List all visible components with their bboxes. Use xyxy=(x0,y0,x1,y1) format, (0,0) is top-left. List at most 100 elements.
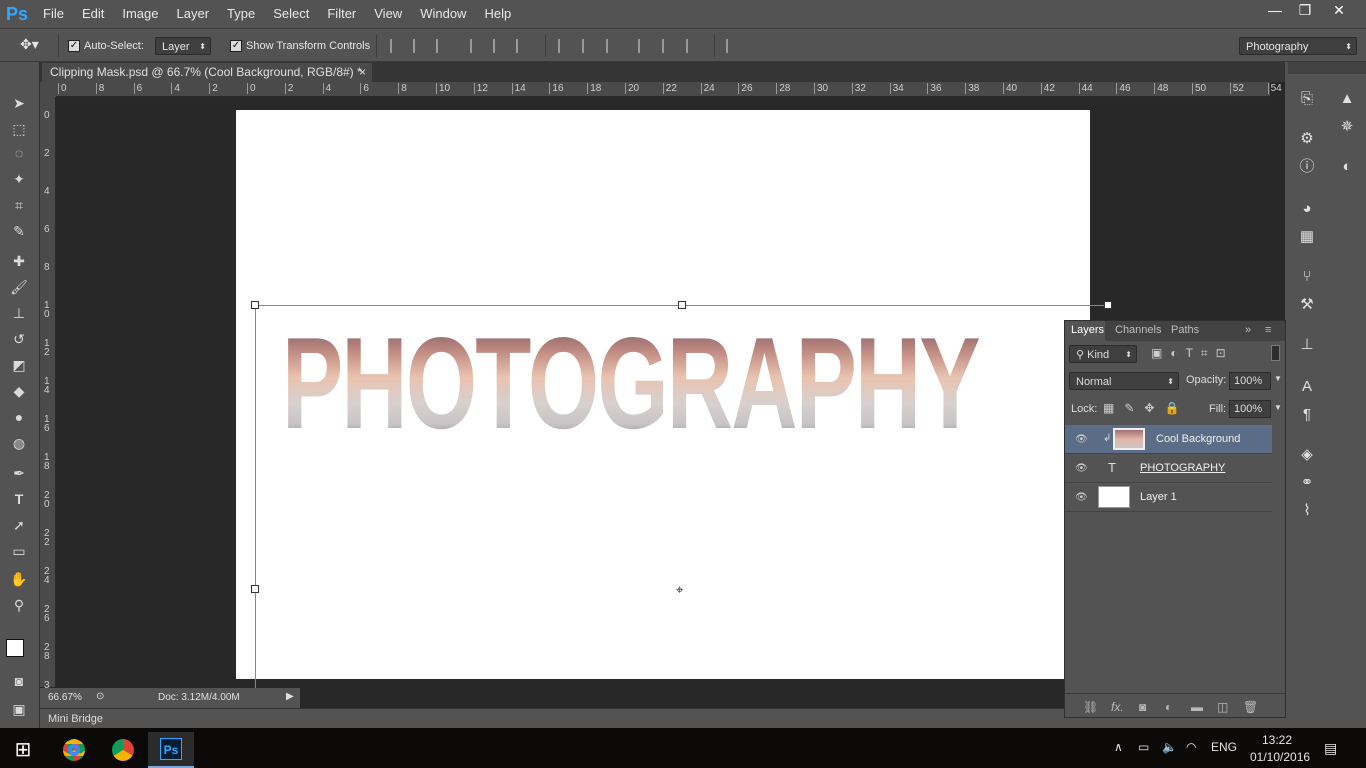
move-tool-icon[interactable]: ➤ xyxy=(8,92,30,114)
crop-tool-icon[interactable]: ⌗ xyxy=(8,194,30,216)
eraser-tool-icon[interactable]: ◩ xyxy=(8,354,30,376)
wifi-icon[interactable]: ◠ xyxy=(1186,740,1196,754)
chevron-down-icon[interactable]: ▼ xyxy=(1274,374,1282,383)
transform-handle[interactable] xyxy=(251,585,259,593)
adjustment-icon[interactable]: ◐ xyxy=(1165,700,1172,714)
status-info-icon[interactable]: ⊙ xyxy=(96,691,104,702)
hand-tool-icon[interactable]: ✋ xyxy=(8,568,30,590)
play-arrow-icon[interactable]: ▶ xyxy=(286,691,294,702)
distribute-bottom-icon[interactable] xyxy=(606,39,620,53)
paths-icon[interactable]: ⌇ xyxy=(1296,500,1318,522)
vertical-ruler[interactable]: 0 2 4 6 8 10 12 14 16 18 20 22 24 26 28 3 xyxy=(40,97,56,691)
brush-tool-icon[interactable]: 🖌 xyxy=(8,276,30,298)
blend-mode-dropdown[interactable]: Normal ⬍ xyxy=(1069,372,1179,390)
filter-toggle[interactable] xyxy=(1271,345,1280,361)
photoshop-taskbar-button[interactable]: Ps xyxy=(148,732,194,768)
menu-edit[interactable]: Edit xyxy=(73,0,113,28)
magic-wand-icon[interactable]: ✦ xyxy=(8,168,30,190)
distribute-left-icon[interactable] xyxy=(638,39,652,53)
chrome-icon[interactable] xyxy=(51,732,97,768)
auto-select-checkbox[interactable]: ✓ Auto-Select: xyxy=(68,37,144,55)
mask-icon[interactable]: ◙ xyxy=(1139,700,1146,714)
distribute-hcenter-icon[interactable] xyxy=(662,39,676,53)
tab-layers[interactable]: Layers xyxy=(1065,321,1105,341)
tool-presets-icon[interactable]: ⚒ xyxy=(1296,294,1318,316)
actions-icon[interactable]: ⚙ xyxy=(1296,128,1318,150)
chrome-icon[interactable] xyxy=(100,732,146,768)
menu-view[interactable]: View xyxy=(365,0,411,28)
lock-icons[interactable]: ▦✎✥🔒 xyxy=(1103,401,1189,415)
menu-window[interactable]: Window xyxy=(411,0,475,28)
layer-row-cool-background[interactable]: 👁 ↲ Cool Background xyxy=(1065,425,1272,454)
distribute-vcenter-icon[interactable] xyxy=(582,39,596,53)
blur-tool-icon[interactable]: ● xyxy=(8,406,30,428)
distribute-top-icon[interactable] xyxy=(558,39,572,53)
fill-field[interactable]: 100% xyxy=(1229,400,1271,418)
document-tab[interactable]: Clipping Mask.psd @ 66.7% (Cool Backgrou… xyxy=(42,63,372,82)
align-bottom-icon[interactable] xyxy=(436,39,450,53)
transform-handle[interactable] xyxy=(678,301,686,309)
restore-button[interactable]: ❐ xyxy=(1290,0,1320,20)
clock-date[interactable]: 01/10/2016 xyxy=(1250,750,1310,764)
windows-start-icon[interactable]: ⊞ xyxy=(0,732,46,768)
chevron-down-icon[interactable]: ▼ xyxy=(1274,403,1282,412)
lasso-tool-icon[interactable]: ◌ xyxy=(8,142,30,164)
ruler-corner[interactable] xyxy=(40,82,56,97)
clone-source-icon[interactable]: ⊥ xyxy=(1296,334,1318,356)
new-layer-icon[interactable]: ◫ xyxy=(1217,700,1228,714)
menu-select[interactable]: Select xyxy=(264,0,318,28)
swatches-icon[interactable]: ▦ xyxy=(1296,226,1318,248)
battery-icon[interactable]: ▭ xyxy=(1138,740,1149,754)
layer-name[interactable]: Cool Background xyxy=(1156,433,1240,445)
paragraph-icon[interactable]: ¶ xyxy=(1296,404,1318,426)
character-icon[interactable]: A xyxy=(1296,376,1318,398)
show-transform-checkbox[interactable]: ✓ Show Transform Controls xyxy=(230,37,370,55)
eyedropper-icon[interactable]: ✎ xyxy=(8,220,30,242)
quick-mask-icon[interactable]: ◙ xyxy=(8,670,30,692)
brush-presets-icon[interactable]: ⑂ xyxy=(1296,266,1318,288)
histogram-icon[interactable]: ▲ xyxy=(1336,88,1358,110)
transform-center-icon[interactable]: ⌖ xyxy=(676,582,683,598)
paint-bucket-icon[interactable]: ◆ xyxy=(8,380,30,402)
marquee-tool-icon[interactable]: ⬚ xyxy=(8,118,30,140)
auto-align-icon[interactable] xyxy=(726,39,740,53)
navigator-icon[interactable]: ✵ xyxy=(1336,116,1358,138)
workspace-dropdown[interactable]: Photography ⬍ xyxy=(1239,37,1357,55)
mini-bridge-tab[interactable]: Mini Bridge xyxy=(48,713,103,725)
layer-row-photography[interactable]: 👁 T PHOTOGRAPHY xyxy=(1065,454,1272,483)
eye-icon[interactable]: 👁 xyxy=(1075,492,1088,503)
adjustments-icon[interactable]: ◐ xyxy=(1336,156,1358,178)
menu-file[interactable]: File xyxy=(34,0,73,28)
eye-icon[interactable]: 👁 xyxy=(1075,434,1088,445)
menu-type[interactable]: Type xyxy=(218,0,264,28)
tab-channels[interactable]: Channels xyxy=(1115,324,1161,336)
volume-icon[interactable]: 🔈 xyxy=(1162,740,1177,754)
opacity-field[interactable]: 100% xyxy=(1229,372,1271,390)
layer-thumbnail[interactable] xyxy=(1098,486,1130,508)
path-selection-icon[interactable]: ➚ xyxy=(8,514,30,536)
transform-handle[interactable] xyxy=(251,301,259,309)
layer-name[interactable]: PHOTOGRAPHY xyxy=(1140,462,1225,474)
chevron-up-icon[interactable]: ∧ xyxy=(1114,740,1123,754)
zoom-level[interactable]: 66.67% xyxy=(48,692,82,703)
zoom-tool-icon[interactable]: ⚲ xyxy=(8,594,30,616)
align-top-icon[interactable] xyxy=(390,39,404,53)
move-tool-icon[interactable]: ✥▾ xyxy=(20,35,39,53)
align-right-icon[interactable] xyxy=(516,39,530,53)
panel-collapse-icon[interactable]: » xyxy=(1245,324,1251,336)
fx-icon[interactable]: fx. xyxy=(1111,700,1124,714)
channels-icon[interactable]: ⚭ xyxy=(1296,472,1318,494)
notifications-icon[interactable]: ▤ xyxy=(1324,740,1337,757)
rectangle-tool-icon[interactable]: ▭ xyxy=(8,540,30,562)
filter-type-icons[interactable]: ▣◐T⌗⊡ xyxy=(1151,346,1234,361)
align-vcenter-icon[interactable] xyxy=(413,39,427,53)
tab-paths[interactable]: Paths xyxy=(1171,324,1199,336)
clock-time[interactable]: 13:22 xyxy=(1262,733,1292,747)
layer-row-layer-1[interactable]: 👁 Layer 1 xyxy=(1065,483,1272,512)
stamp-tool-icon[interactable]: ⊥ xyxy=(8,302,30,324)
menu-help[interactable]: Help xyxy=(475,0,520,28)
dodge-tool-icon[interactable]: ◍ xyxy=(8,432,30,454)
menu-layer[interactable]: Layer xyxy=(168,0,219,28)
transform-handle[interactable] xyxy=(1104,301,1112,309)
screen-mode-icon[interactable]: ▣ xyxy=(8,698,30,720)
